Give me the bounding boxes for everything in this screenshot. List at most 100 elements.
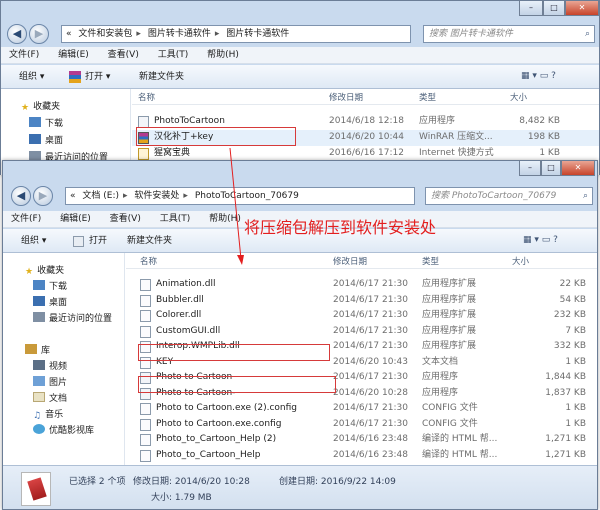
file-row[interactable]: Photo_to_Cartoon_Help 2014/6/16 23:48 编译的 …	[126, 448, 597, 464]
back-icon[interactable]: ◀	[11, 186, 31, 206]
desktop-icon	[29, 134, 41, 144]
column-name[interactable]: 名称	[140, 255, 157, 267]
new-folder-button[interactable]: 新建文件夹	[139, 65, 184, 89]
nav-item-pictures[interactable]: 图片	[33, 375, 67, 388]
music-icon: ♫	[33, 411, 42, 421]
menu-tools[interactable]: 工具(T)	[152, 211, 199, 228]
menu-help[interactable]: 帮助(H)	[199, 47, 247, 64]
file-type: 应用程序扩展	[422, 341, 477, 351]
nav-label: 视频	[49, 362, 68, 372]
address-part[interactable]: 软件安装处	[134, 191, 179, 201]
address-bar[interactable]: « 文件和安装包 ▸ 图片转卡通软件 ▸ 图片转卡通软件	[61, 25, 411, 43]
forward-icon[interactable]: ▶	[33, 186, 53, 206]
title-bar: – □ ✕	[1, 1, 599, 21]
nav-item-favorites[interactable]: ★ 收藏夹	[21, 99, 60, 113]
column-type[interactable]: 类型	[419, 91, 436, 103]
menu-file[interactable]: 文件(F)	[1, 47, 47, 64]
menu-file[interactable]: 文件(F)	[3, 211, 49, 228]
address-part[interactable]: 图片转卡通软件	[148, 29, 211, 39]
file-row[interactable]: Colorer.dll 2014/6/17 21:30 应用程序扩展 232 KB	[126, 308, 597, 324]
file-type: 编译的 HTML 帮...	[422, 449, 498, 460]
recent-places-icon	[33, 312, 45, 322]
pictures-icon	[33, 376, 45, 386]
nav-item-youku-library[interactable]: 优酷影视库	[33, 423, 94, 436]
file-row[interactable]: Bubbler.dll 2014/6/17 21:30 应用程序扩展 54 KB	[126, 293, 597, 309]
file-row[interactable]: Photo_to_Cartoon_Help (2) 2014/6/16 23:48…	[126, 432, 597, 448]
nav-item-downloads[interactable]: 下载	[33, 279, 67, 292]
nav-label: 收藏夹	[33, 102, 61, 112]
file-list: 名称 修改日期 类型 大小 Animation.dll 2014/6/17 21:…	[126, 253, 597, 465]
maximize-button[interactable]: □	[543, 1, 565, 16]
column-type[interactable]: 类型	[422, 255, 439, 267]
menu-edit[interactable]: 编辑(E)	[50, 47, 97, 64]
menu-edit[interactable]: 编辑(E)	[52, 211, 99, 228]
maximize-button[interactable]: □	[541, 161, 561, 176]
address-part[interactable]: 文档 (E:)	[82, 191, 119, 201]
nav-label: 文档	[49, 394, 68, 404]
file-size: 7 KB	[565, 325, 586, 336]
file-row[interactable]: Photo to Cartoon.exe.config 2014/6/17 21:…	[126, 417, 597, 433]
address-overflow[interactable]: «	[66, 29, 72, 39]
file-name: CustomGUI.dll	[156, 325, 221, 336]
search-input[interactable]: 搜索 图片转卡通软件 ⌕	[423, 25, 595, 43]
nav-label: 收藏夹	[37, 266, 65, 276]
file-size: 1,271 KB	[545, 449, 586, 460]
nav-item-downloads[interactable]: 下载	[29, 116, 63, 129]
content-pane: ★ 收藏夹 下载 桌面 最近访问的位置 库 视频 图片 文档 ♫ 音乐 优酷影视库 …	[3, 253, 597, 465]
nav-label: 下载	[45, 119, 64, 129]
address-part[interactable]: 图片转卡通软件	[226, 29, 289, 39]
column-size[interactable]: 大小	[510, 91, 527, 103]
column-date[interactable]: 修改日期	[329, 91, 363, 103]
organize-button[interactable]: 组织 ▾	[21, 229, 46, 253]
column-date[interactable]: 修改日期	[333, 255, 367, 267]
forward-icon[interactable]: ▶	[29, 24, 49, 44]
file-row[interactable]: Photo to Cartoon.exe (2).config 2014/6/17…	[126, 401, 597, 417]
nav-item-desktop[interactable]: 桌面	[29, 133, 63, 146]
file-date: 2014/6/16 23:48	[333, 434, 408, 444]
view-options-icon[interactable]: ▦ ▾ ▭ ?	[523, 235, 558, 245]
download-folder-icon	[29, 117, 41, 127]
open-button[interactable]: 打开	[89, 229, 107, 253]
address-part[interactable]: 文件和安装包	[78, 29, 132, 39]
close-button[interactable]: ✕	[565, 1, 599, 16]
menu-view[interactable]: 查看(V)	[102, 211, 149, 228]
search-placeholder: 搜索 图片转卡通软件	[429, 29, 513, 39]
nav-item-videos[interactable]: 视频	[33, 359, 67, 372]
highlight-box	[136, 127, 296, 146]
file-row[interactable]: CustomGUI.dll 2014/6/17 21:30 应用程序扩展 7 KB	[126, 324, 597, 340]
search-icon[interactable]: ⌕	[583, 188, 588, 204]
nav-item-libraries[interactable]: 库	[25, 343, 50, 356]
nav-item-recent[interactable]: 最近访问的位置	[33, 311, 112, 324]
nav-item-desktop[interactable]: 桌面	[33, 295, 67, 308]
file-type: 应用程序扩展	[422, 325, 477, 336]
close-button[interactable]: ✕	[561, 161, 595, 176]
address-overflow[interactable]: «	[70, 191, 76, 201]
minimize-button[interactable]: –	[519, 161, 541, 176]
search-icon[interactable]: ⌕	[585, 26, 590, 42]
column-name[interactable]: 名称	[138, 91, 155, 103]
minimize-button[interactable]: –	[519, 1, 543, 16]
nav-item-music[interactable]: ♫ 音乐	[33, 407, 63, 421]
file-row[interactable]: Animation.dll 2014/6/17 21:30 应用程序扩展 22 KB	[126, 277, 597, 293]
file-size: 332 KB	[553, 341, 586, 351]
search-input[interactable]: 搜索 PhotoToCartoon_70679 ⌕	[425, 187, 593, 205]
nav-item-documents[interactable]: 文档	[33, 391, 67, 404]
file-date: 2014/6/17 21:30	[333, 418, 408, 429]
file-type: 应用程序扩展	[422, 310, 477, 320]
file-size: 1,271 KB	[545, 434, 586, 444]
annotation-text: 将压缩包解压到软件安装处	[244, 218, 437, 237]
nav-item-favorites[interactable]: ★ 收藏夹	[25, 263, 64, 277]
explorer-window-back: – □ ✕ ◀ ▶ « 文件和安装包 ▸ 图片转卡通软件 ▸ 图片转卡通软件 搜索 …	[0, 0, 600, 175]
file-date: 2014/6/17 21:30	[333, 294, 408, 305]
address-part[interactable]: PhotoToCartoon_70679	[195, 191, 299, 201]
open-button[interactable]: 打开 ▾	[85, 65, 110, 89]
column-size[interactable]: 大小	[512, 255, 529, 267]
new-folder-button[interactable]: 新建文件夹	[127, 229, 172, 253]
back-icon[interactable]: ◀	[7, 24, 27, 44]
file-date: 2014/6/17 21:30	[333, 372, 408, 382]
menu-tools[interactable]: 工具(T)	[150, 47, 197, 64]
file-name: Photo to Cartoon.exe.config	[156, 418, 282, 429]
organize-button[interactable]: 组织 ▾	[19, 65, 44, 89]
view-options-icon[interactable]: ▦ ▾ ▭ ?	[521, 71, 556, 81]
menu-view[interactable]: 查看(V)	[100, 47, 147, 64]
